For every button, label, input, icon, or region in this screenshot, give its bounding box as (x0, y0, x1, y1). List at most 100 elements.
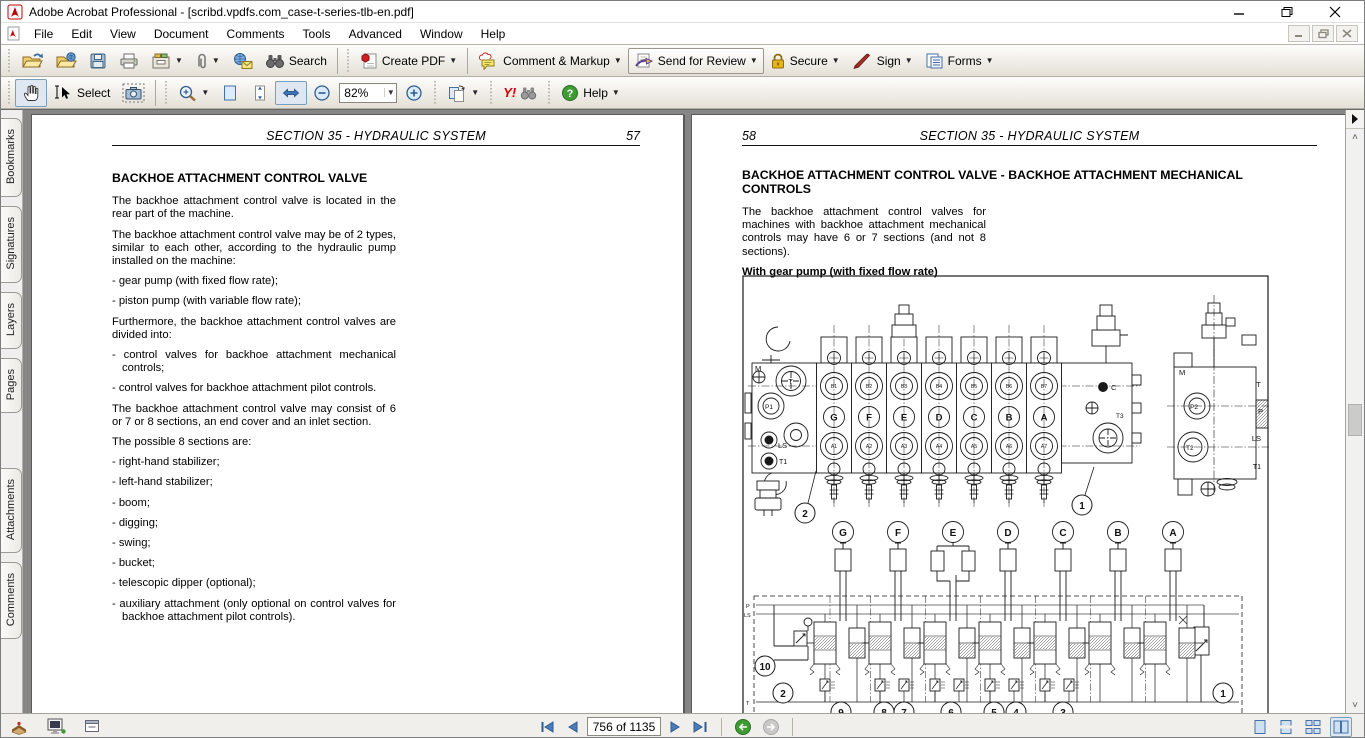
menu-edit[interactable]: Edit (62, 25, 101, 43)
svg-text:1: 1 (1079, 501, 1085, 512)
email-button[interactable] (226, 48, 259, 74)
toolbar-grip[interactable] (163, 81, 169, 105)
zoom-level-input[interactable] (340, 84, 384, 102)
next-page-button[interactable] (667, 718, 684, 736)
zoom-in-button[interactable] (399, 80, 429, 106)
yahoo-search-button[interactable]: Y! (497, 81, 543, 104)
valve-section-B: B6BA6 (992, 325, 1027, 507)
continuous-page-icon (1278, 719, 1294, 735)
svg-text:T1: T1 (779, 459, 787, 466)
sidebar-tab-comments[interactable]: Comments (1, 562, 22, 639)
page-display-button[interactable]: ▼ (441, 80, 485, 106)
search-button[interactable]: Search (259, 49, 333, 73)
sign-button[interactable]: Sign▼ (846, 49, 919, 73)
fullscreen-view-button[interactable] (43, 716, 69, 737)
lock-icon (770, 52, 786, 70)
previous-view-button[interactable] (732, 716, 754, 738)
dropdown-caret: ▼ (986, 57, 994, 65)
paragraph: The possible 8 sections are: (112, 436, 396, 449)
actual-size-button[interactable] (215, 80, 245, 106)
open-web-button[interactable] (49, 48, 83, 74)
save-button[interactable] (83, 48, 113, 74)
organizer-button[interactable]: ▼ (145, 48, 189, 74)
svg-text:M: M (1179, 368, 1185, 377)
callout-right-1: 1 (1213, 683, 1233, 703)
statusbar-separator (721, 718, 722, 736)
doc-minimize-button[interactable] (1288, 25, 1310, 42)
last-page-button[interactable] (690, 718, 711, 736)
comment-markup-label: Comment & Markup (503, 54, 610, 68)
menu-help[interactable]: Help (472, 25, 515, 43)
snapshot-camera-icon (122, 83, 145, 103)
menu-tools[interactable]: Tools (294, 25, 340, 43)
scrollbar-track[interactable] (1346, 145, 1364, 697)
menu-document[interactable]: Document (145, 25, 218, 43)
hand-tool-button[interactable] (15, 79, 47, 107)
sidebar-tab-layers[interactable]: Layers (1, 292, 22, 349)
window-layout-button[interactable] (81, 717, 104, 736)
print-button[interactable] (113, 48, 145, 74)
zoom-tool-button[interactable]: ▼ (172, 80, 215, 106)
fit-width-button[interactable] (275, 81, 307, 105)
toolbar-grip[interactable] (6, 49, 12, 73)
sidebar-tab-bookmarks[interactable]: Bookmarks (1, 118, 22, 197)
comment-markup-button[interactable]: Comment & Markup▼ (472, 48, 628, 74)
previous-page-button[interactable] (564, 718, 581, 736)
document-pane[interactable]: SECTION 35 - HYDRAULIC SYSTEM 57 BACKHOE… (23, 110, 1345, 713)
list-item: - telescopic dipper (optional); (112, 577, 396, 590)
svg-text:P1: P1 (765, 404, 773, 411)
scroll-down-button[interactable]: ˅ (1346, 697, 1364, 713)
toolbar-grip[interactable] (345, 49, 351, 73)
window-restore-button[interactable] (1278, 4, 1296, 20)
paragraph: The backhoe attachment control valve may… (112, 229, 396, 269)
toolbar-grip[interactable] (6, 81, 12, 105)
open-button[interactable] (15, 48, 49, 74)
page-number-input[interactable] (588, 720, 660, 734)
zoom-out-button[interactable] (307, 80, 337, 106)
zoom-out-icon (313, 84, 331, 102)
sidebar-tab-attachments[interactable]: Attachments (1, 468, 22, 553)
forms-button[interactable]: Forms▼ (919, 48, 1000, 74)
help-button[interactable]: ?Help▼ (555, 80, 626, 106)
page-number-box (587, 717, 661, 736)
svg-text:10: 10 (759, 662, 771, 673)
svg-text:B: B (1114, 528, 1121, 539)
list-item: - gear pump (with fixed flow rate); (112, 275, 396, 288)
continuous-view-button[interactable] (1276, 717, 1296, 737)
panel-toggle-button[interactable] (1346, 110, 1364, 129)
print-production-button[interactable] (7, 717, 31, 737)
first-page-button[interactable] (537, 718, 558, 736)
organizer-icon (151, 52, 171, 70)
sidebar-tab-signatures[interactable]: Signatures (1, 206, 22, 283)
continuous-facing-view-button[interactable] (1302, 717, 1324, 737)
menu-advanced[interactable]: Advanced (340, 25, 411, 43)
facing-view-button[interactable] (1330, 717, 1352, 737)
window-minimize-button[interactable] (1230, 4, 1248, 20)
section-header: SECTION 35 - HYDRAULIC SYSTEM (766, 129, 1293, 143)
callout-top-right: 1 (1072, 495, 1092, 515)
single-page-view-button[interactable] (1250, 717, 1270, 737)
menu-view[interactable]: View (101, 25, 145, 43)
attach-button[interactable]: ▼ (189, 48, 226, 74)
menu-comments[interactable]: Comments (218, 25, 294, 43)
menu-file[interactable]: File (25, 25, 62, 43)
scrollbar-thumb[interactable] (1348, 404, 1362, 436)
doc-close-button[interactable] (1336, 25, 1358, 42)
snapshot-tool-button[interactable] (116, 79, 151, 107)
sidebar-tab-pages[interactable]: Pages (1, 358, 22, 413)
list-item: - digging; (112, 517, 396, 530)
toolbar-grip[interactable] (546, 81, 552, 105)
next-view-button[interactable] (760, 716, 782, 738)
select-tool-button[interactable]: Select (47, 80, 116, 105)
toolbar-grip[interactable] (488, 81, 494, 105)
window-close-button[interactable] (1326, 4, 1344, 20)
doc-restore-button[interactable] (1312, 25, 1334, 42)
secure-button[interactable]: Secure▼ (764, 48, 846, 74)
toolbar-grip[interactable] (432, 81, 438, 105)
scroll-up-button[interactable]: ˄ (1346, 129, 1364, 145)
zoom-level-caret[interactable]: ▼ (384, 88, 396, 97)
menu-window[interactable]: Window (411, 25, 472, 43)
send-for-review-button[interactable]: Send for Review▼ (628, 48, 764, 74)
create-pdf-button[interactable]: Create PDF▼ (354, 48, 463, 74)
fit-page-button[interactable] (245, 80, 275, 106)
